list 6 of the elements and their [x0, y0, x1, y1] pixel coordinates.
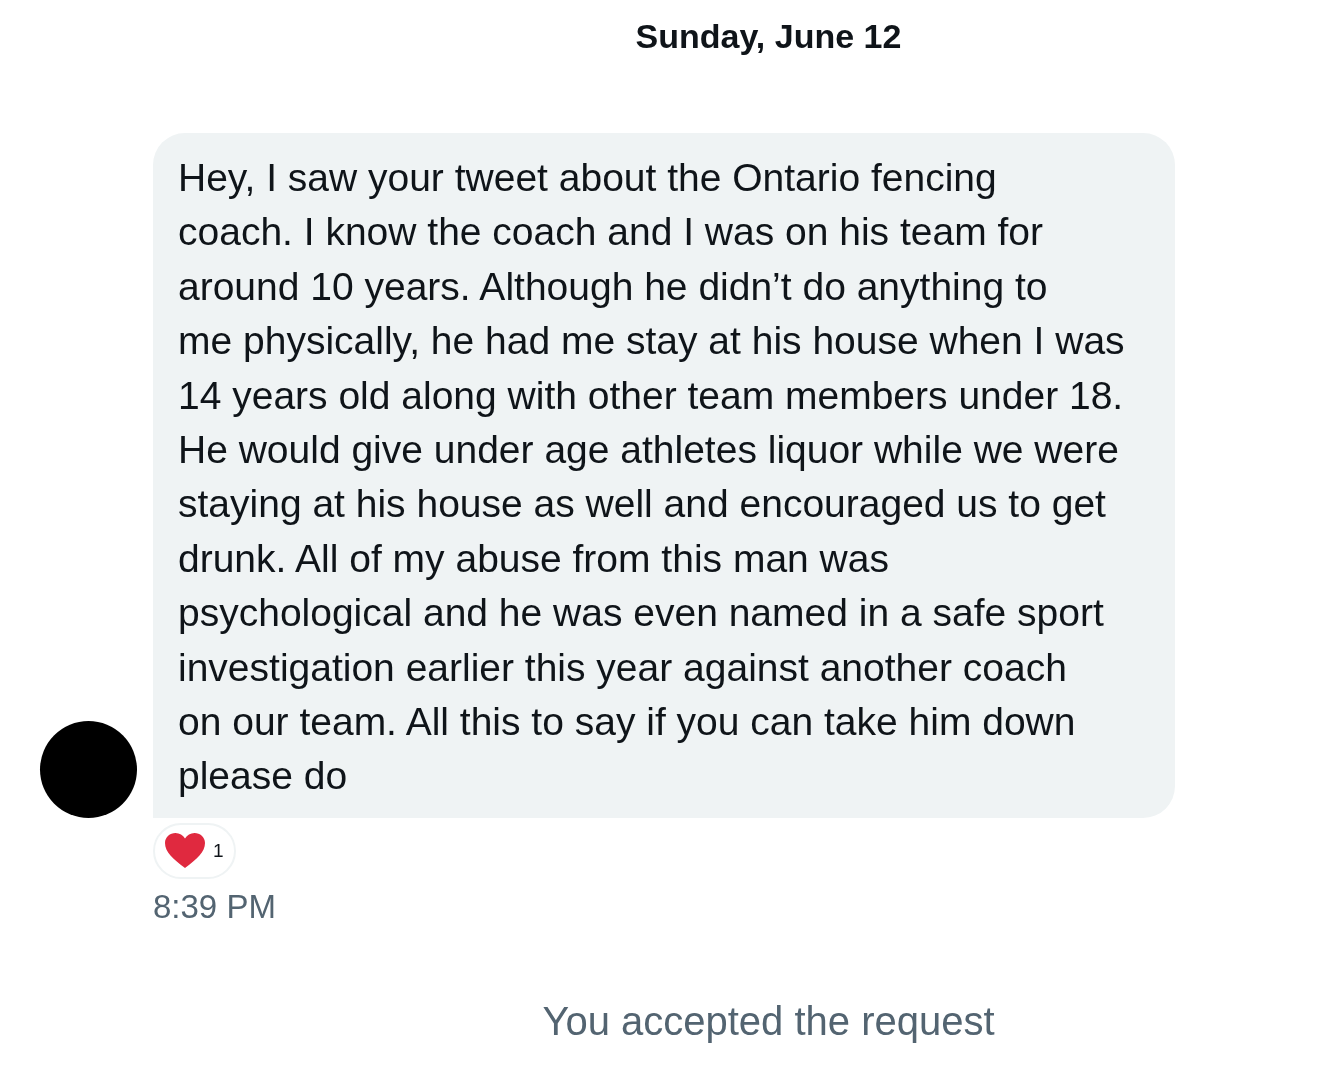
- heart-icon: [165, 832, 205, 869]
- date-header: Sunday, June 12: [635, 16, 902, 57]
- message-bubble: Hey, I saw your tweet about the Ontario fencing coach. I know the coach and I was on his team for around 10 years. Although he didn’t do anything to me physically, he had me stay at his house when I was 14 years old along with other team members under 18. He would give under age athletes liquor while we were staying at his house as well and encouraged us to get drunk. All of my abuse from this man was psychological and he was even named in a safe sport investigation earlier this year against another coach on our team. All this to say if you can take him down please do: [153, 133, 1175, 818]
- system-notice: You accepted the request: [542, 998, 995, 1043]
- timestamp: 8:39 PM: [153, 889, 276, 924]
- reaction-button[interactable]: 1: [153, 822, 236, 879]
